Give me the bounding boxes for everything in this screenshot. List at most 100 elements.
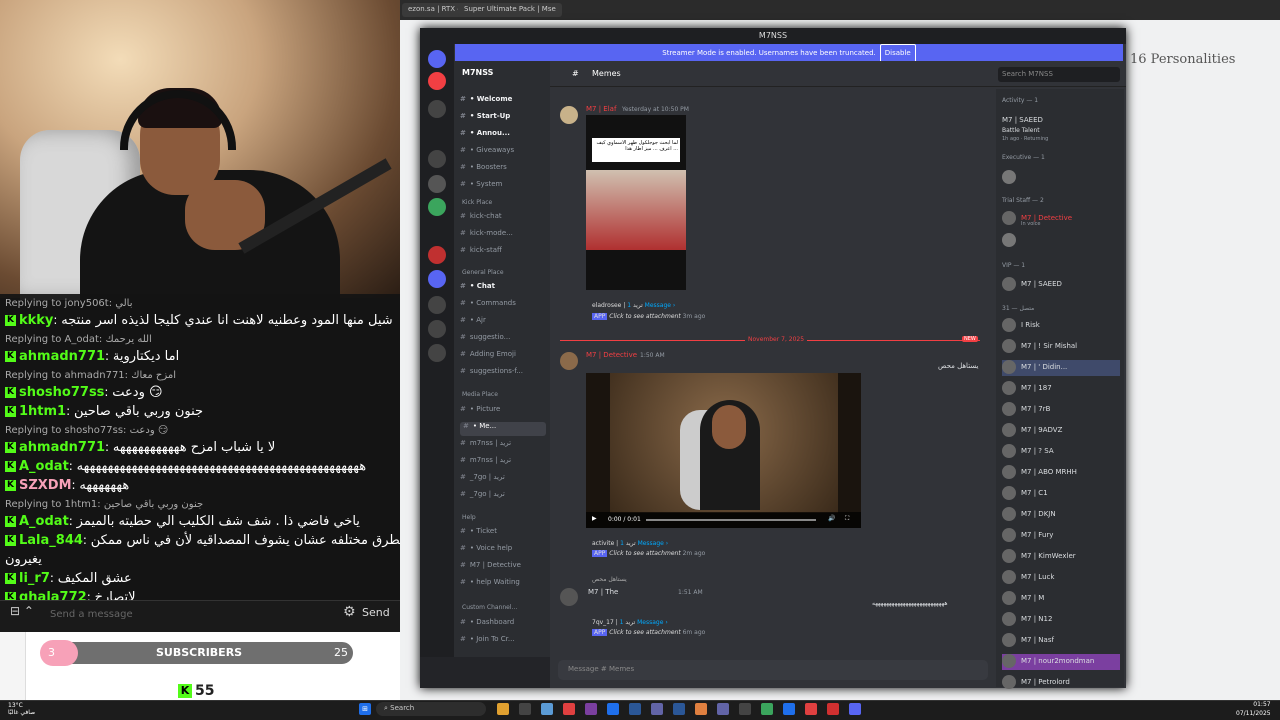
channel-item[interactable]: # • Chat [460,282,495,296]
taskbar-app-icon[interactable] [651,703,663,715]
category-media[interactable]: Media Place [462,391,498,398]
taskbar-app-icon[interactable] [497,703,509,715]
attachment-text[interactable]: Click to see attachment [609,550,680,557]
channel-item[interactable]: # • Annou... [460,129,510,143]
member-item[interactable]: M7 | Petrolord [1002,675,1070,691]
attachment-text[interactable]: Click to see attachment [609,629,680,636]
member-item[interactable]: M7 | Nasf [1002,633,1054,649]
message-author[interactable]: M7 | Detective [586,351,637,359]
member-item[interactable]: M7 | 9ADVZ [1002,423,1062,439]
server-icon[interactable] [428,100,446,118]
taskbar-app-icon[interactable] [585,703,597,715]
taskbar-app-icon[interactable] [783,703,795,715]
message-composer[interactable]: Message # Memes [558,660,988,680]
send-button[interactable]: Send [362,606,390,619]
attachment-row[interactable]: APP Click to see attachment 6m ago [592,629,705,636]
video-controls[interactable]: ▶ 0:00 / 0:01 🔊 ⛶ [586,512,861,528]
channel-item[interactable]: # • Start-Up [460,112,510,126]
chat-username[interactable]: A_odat [19,459,69,474]
chat-username[interactable]: A_odat [19,514,69,529]
weather-widget[interactable]: 13°C صافي غالبًا [8,702,35,716]
avatar[interactable] [560,106,578,124]
member-item[interactable]: M7 | M [1002,591,1044,607]
server-icon[interactable] [428,270,446,288]
server-icon[interactable] [428,320,446,338]
category-custom[interactable]: Custom Channel... [462,604,517,611]
taskbar-app-icon[interactable] [695,703,707,715]
category-help[interactable]: Help [462,514,476,521]
channel-item[interactable]: # _7go | تريد [460,490,505,504]
taskbar-app-icon[interactable] [629,703,641,715]
attachment-text[interactable]: Click to see attachment [609,313,680,320]
avatar[interactable] [560,588,578,606]
member-item[interactable]: M7 | 187 [1002,381,1052,397]
message-author[interactable]: M7 | Elaf [586,105,616,113]
taskbar-app-icon[interactable] [541,703,553,715]
channel-item[interactable]: # • Ajr [460,316,486,330]
chat-emote-icon[interactable]: ⊟ ⌃ [10,604,34,618]
channel-item[interactable]: # • help Waiting [460,578,520,592]
channel-item[interactable]: # suggestio... [460,333,510,347]
channel-item[interactable]: # • Dashboard [460,618,514,632]
channel-item[interactable]: # • System [460,180,502,194]
channel-item[interactable]: # • Giveaways [460,146,514,160]
member-item[interactable]: M7 | 7rB [1002,402,1050,418]
member-item[interactable]: M7 | nour2mondman [1002,654,1120,670]
fullscreen-icon[interactable]: ⛶ [845,515,849,523]
vip-member[interactable]: M7 | SAEED [1002,277,1062,293]
browser-tab[interactable]: Super Ultimate Pack | Mse [458,3,562,17]
volume-icon[interactable]: 🔊 [828,515,835,522]
channel-item[interactable]: # m7nss | تريد [460,439,511,453]
member-item[interactable]: M7 | C1 [1002,486,1048,502]
taskbar-app-icon[interactable] [673,703,685,715]
taskbar-app-icon[interactable] [739,703,751,715]
server-name[interactable]: M7NSS [462,68,493,77]
channel-item[interactable]: # • Commands [460,299,516,313]
member-item[interactable]: M7 | Fury [1002,528,1053,544]
taskbar-app-icon[interactable] [563,703,575,715]
attachment-reply[interactable]: eladrosee | تريد 1 Message › [592,302,675,309]
channel-item[interactable]: # M7 | Detective [460,561,521,575]
server-icon[interactable] [428,344,446,362]
taskbar-app-icon[interactable] [849,703,861,715]
member-item[interactable]: M7 | N12 [1002,612,1052,628]
member-item[interactable]: M7 | ' Didin... [1002,360,1120,376]
gear-icon[interactable]: ⚙ [343,604,356,620]
channel-item[interactable]: # kick-staff [460,246,502,260]
channel-item[interactable]: # • Voice help [460,544,512,558]
server-icon[interactable] [428,296,446,314]
channel-item[interactable]: # • Picture [460,405,500,419]
channel-item[interactable]: # kick-mode... [460,229,513,243]
video-scrubber[interactable] [646,519,816,521]
message-author[interactable]: M7 | The [588,588,618,596]
server-icon[interactable] [428,50,446,68]
search-input[interactable]: Search M7NSS [998,67,1120,82]
system-clock[interactable]: 01:57 07/11/2025 [1236,700,1271,718]
attachment-reply[interactable]: activite | تريد 1 Message › [592,540,668,547]
taskbar-app-icon[interactable] [607,703,619,715]
channel-item[interactable]: # Adding Emoji [460,350,516,364]
chat-username[interactable]: Lala_844 [19,533,83,548]
chat-username[interactable]: 1htm1 [19,404,66,419]
avatar[interactable] [1002,170,1016,184]
category-kick[interactable]: Kick Place [462,199,492,206]
chat-username[interactable]: li_r7 [19,571,50,586]
member-item[interactable]: I Risk [1002,318,1040,334]
taskbar-app-icon[interactable] [761,703,773,715]
channel-item[interactable]: # kick-chat [460,212,502,226]
channel-item[interactable]: # • Join To Cr... [460,635,515,649]
server-icon[interactable] [428,72,446,90]
chat-username[interactable]: SZXDM [19,478,72,493]
play-icon[interactable]: ▶ [592,515,597,522]
reply-preview[interactable]: يستاهل محص [592,576,627,583]
taskbar-app-icon[interactable] [827,703,839,715]
member-item[interactable]: M7 | ABO MRHH [1002,465,1077,481]
avatar[interactable] [560,352,578,370]
channel-item[interactable]: # _7go | تريد [460,473,505,487]
attachment-reply[interactable]: 7qv_17 | تريد 1 Message › [592,619,668,626]
member-item[interactable]: M7 | KimWexler [1002,549,1076,565]
member-item[interactable]: M7 | DKJN [1002,507,1056,523]
member-item[interactable]: M7 | ? SA [1002,444,1054,460]
channel-item[interactable]: # • Me... [460,422,546,436]
taskbar-app-icon[interactable] [519,703,531,715]
